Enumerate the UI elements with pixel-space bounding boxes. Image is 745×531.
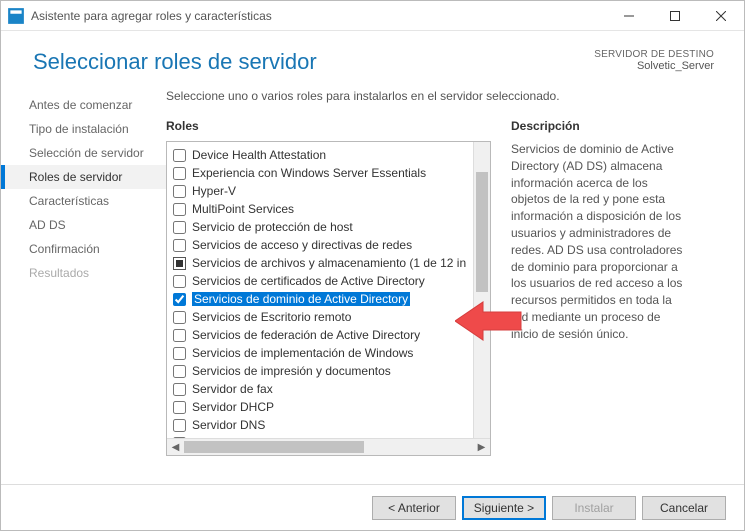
role-item[interactable]: Servicios de dominio de Active Directory [173, 290, 488, 308]
horizontal-scroll-thumb[interactable] [184, 441, 364, 453]
vertical-scroll-thumb[interactable] [476, 172, 488, 292]
role-label: MultiPoint Services [192, 202, 294, 216]
app-icon [7, 7, 25, 25]
role-item[interactable]: Servicios de acceso y directivas de rede… [173, 236, 488, 254]
role-checkbox[interactable] [173, 311, 186, 324]
role-label: Servidor DHCP [192, 400, 274, 414]
role-item[interactable]: Servicios de impresión y documentos [173, 362, 488, 380]
role-checkbox[interactable] [173, 401, 186, 414]
role-checkbox[interactable] [173, 293, 186, 306]
role-checkbox[interactable] [173, 419, 186, 432]
role-item[interactable]: Servicio de protección de host [173, 218, 488, 236]
sidebar-step-0[interactable]: Antes de comenzar [1, 93, 166, 117]
vertical-scrollbar[interactable] [473, 142, 490, 438]
scroll-right-icon[interactable]: ▶ [473, 439, 490, 455]
role-item[interactable]: MultiPoint Services [173, 200, 488, 218]
role-item[interactable]: Servicios de federación de Active Direct… [173, 326, 488, 344]
wizard-footer: < Anterior Siguiente > Instalar Cancelar [1, 484, 744, 530]
window-title: Asistente para agregar roles y caracterí… [31, 9, 606, 23]
role-item[interactable]: Servicios de Escritorio remoto [173, 308, 488, 326]
role-checkbox[interactable] [173, 383, 186, 396]
role-checkbox[interactable] [173, 275, 186, 288]
close-button[interactable] [698, 1, 744, 31]
next-button[interactable]: Siguiente > [462, 496, 546, 520]
role-label: Experiencia con Windows Server Essential… [192, 166, 426, 180]
header: Seleccionar roles de servidor SERVIDOR D… [1, 31, 744, 83]
role-item[interactable]: Hyper-V [173, 182, 488, 200]
role-label: Servicios de dominio de Active Directory [192, 292, 410, 306]
titlebar: Asistente para agregar roles y caracterí… [1, 1, 744, 31]
role-checkbox[interactable] [173, 185, 186, 198]
sidebar-step-3[interactable]: Roles de servidor [1, 165, 166, 189]
role-item[interactable]: Servicios de implementación de Windows [173, 344, 488, 362]
role-checkbox[interactable] [173, 239, 186, 252]
destination-info: SERVIDOR DE DESTINO Solvetic_Server [594, 49, 714, 72]
minimize-button[interactable] [606, 1, 652, 31]
roles-heading: Roles [166, 119, 491, 133]
role-item[interactable]: Servidor de fax [173, 380, 488, 398]
destination-label: SERVIDOR DE DESTINO [594, 49, 714, 60]
role-item[interactable]: Servicios de archivos y almacenamiento (… [173, 254, 488, 272]
role-label: Servicios de archivos y almacenamiento (… [192, 256, 466, 270]
maximize-button[interactable] [652, 1, 698, 31]
role-checkbox[interactable] [173, 167, 186, 180]
role-label: Servicios de impresión y documentos [192, 364, 391, 378]
role-item[interactable]: Servidor DNS [173, 416, 488, 434]
role-checkbox[interactable] [173, 149, 186, 162]
sidebar-step-1[interactable]: Tipo de instalación [1, 117, 166, 141]
sidebar-step-5[interactable]: AD DS [1, 213, 166, 237]
role-label: Servicios de certificados de Active Dire… [192, 274, 425, 288]
horizontal-scrollbar[interactable]: ◀ ▶ [167, 438, 490, 455]
role-checkbox[interactable] [173, 203, 186, 216]
install-button[interactable]: Instalar [552, 496, 636, 520]
role-label: Device Health Attestation [192, 148, 326, 162]
previous-button[interactable]: < Anterior [372, 496, 456, 520]
role-label: Hyper-V [192, 184, 236, 198]
role-label: Servicio de protección de host [192, 220, 353, 234]
cancel-button[interactable]: Cancelar [642, 496, 726, 520]
role-checkbox[interactable] [173, 221, 186, 234]
role-label: Servicios de Escritorio remoto [192, 310, 351, 324]
role-checkbox[interactable] [173, 329, 186, 342]
role-checkbox[interactable] [173, 347, 186, 360]
role-item[interactable]: Device Health Attestation [173, 146, 488, 164]
intro-text: Seleccione uno o varios roles para insta… [166, 89, 724, 103]
role-checkbox[interactable] [173, 365, 186, 378]
scroll-left-icon[interactable]: ◀ [167, 439, 184, 455]
sidebar-step-2[interactable]: Selección de servidor [1, 141, 166, 165]
sidebar-step-7: Resultados [1, 261, 166, 285]
page-title: Seleccionar roles de servidor [33, 49, 317, 75]
role-label: Servicios de federación de Active Direct… [192, 328, 420, 342]
role-item[interactable]: Servidor DHCP [173, 398, 488, 416]
role-label: Servidor de fax [192, 382, 273, 396]
sidebar-step-6[interactable]: Confirmación [1, 237, 166, 261]
destination-name: Solvetic_Server [594, 60, 714, 72]
roles-listbox[interactable]: Device Health Attestation Experiencia con… [166, 141, 491, 456]
role-item[interactable]: Servicios de certificados de Active Dire… [173, 272, 488, 290]
description-heading: Descripción [511, 119, 686, 133]
role-item[interactable]: Experiencia con Windows Server Essential… [173, 164, 488, 182]
sidebar-step-4[interactable]: Características [1, 189, 166, 213]
description-text: Servicios de dominio de Active Directory… [511, 141, 686, 343]
wizard-sidebar: Antes de comenzarTipo de instalaciónSele… [1, 83, 166, 484]
role-checkbox[interactable] [173, 257, 186, 270]
role-label: Servidor DNS [192, 418, 265, 432]
role-label: Servicios de implementación de Windows [192, 346, 413, 360]
role-label: Servicios de acceso y directivas de rede… [192, 238, 412, 252]
